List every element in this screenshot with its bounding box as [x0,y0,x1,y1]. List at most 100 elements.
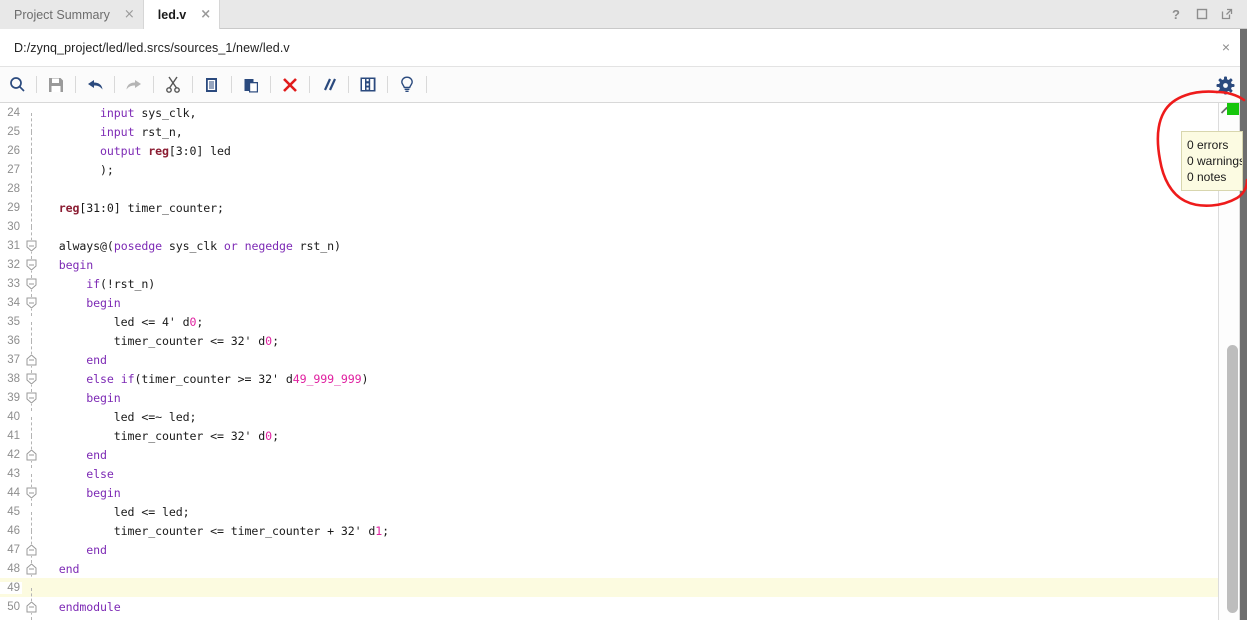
code-fold-icon[interactable] [22,296,40,316]
code-line[interactable]: 42 end [0,445,1218,468]
code-fold-icon[interactable] [22,239,40,259]
code-fold-icon[interactable] [22,486,40,506]
copy-icon[interactable] [195,67,229,103]
window-right-strip-top [1240,0,1247,29]
code-line[interactable]: 38 else if(timer_counter >= 32' d49_999_… [0,369,1218,392]
code-line[interactable]: 35 led <= 4' d0; [0,312,1218,341]
code-text[interactable]: endmodule [40,600,121,614]
tab-project-summary[interactable]: Project Summary × [0,0,144,29]
float-window-icon[interactable] [1221,8,1233,20]
code-text[interactable]: input sys_clk, [40,106,196,120]
code-text[interactable]: led <= 4' d0; [40,315,204,329]
table-icon[interactable] [351,67,385,103]
code-line[interactable]: 41 timer_counter <= 32' d0; [0,426,1218,455]
code-fold-icon[interactable] [22,258,40,278]
code-line[interactable]: 49 [0,578,1218,607]
comment-icon[interactable] [312,67,346,103]
code-fold-icon[interactable] [22,372,40,392]
undo-icon[interactable] [78,67,112,103]
code-text[interactable]: else [40,467,114,481]
code-line[interactable]: 28 [0,179,1218,208]
code-text[interactable]: begin [40,258,94,272]
code-text[interactable]: always@(posedge sys_clk or negedge rst_n… [40,239,341,253]
code-fold-icon[interactable] [22,353,40,373]
line-number: 33 [7,277,20,290]
code-line[interactable]: 37 end [0,350,1218,373]
code-fold-icon[interactable] [22,543,40,563]
tab-led-v[interactable]: led.v × [143,0,221,29]
code-line[interactable]: 40 led <=~ led; [0,407,1218,436]
code-text[interactable]: end [40,562,80,576]
code-line[interactable]: 47 end [0,540,1218,563]
search-icon[interactable] [0,67,34,103]
tab-label: Project Summary [14,7,110,22]
code-text[interactable]: led <=~ led; [40,410,197,424]
line-number: 29 [7,201,20,214]
code-line[interactable]: 34 begin [0,293,1218,316]
code-line[interactable]: 48 end [0,559,1218,582]
code-text[interactable]: begin [40,296,121,310]
line-number: 38 [7,372,20,385]
code-line[interactable]: 45 led <= led; [0,502,1218,531]
code-editor-area[interactable]: 24 input sys_clk, 25 input rst_n, 26 outpu… [0,103,1247,620]
code-line[interactable]: 31 always@(posedge sys_clk or negedge rs… [0,236,1218,259]
code-line[interactable]: 36 timer_counter <= 32' d0; [0,331,1218,360]
code-text[interactable]: if(!rst_n) [40,277,155,291]
code-line[interactable]: 43 else [0,464,1218,493]
code-fold-icon[interactable] [22,600,40,620]
code-line[interactable]: 33 if(!rst_n) [0,274,1218,297]
line-number: 47 [7,543,20,556]
tooltip-notes: 0 notes [1187,170,1227,184]
code-line[interactable]: 27 ); [0,160,1218,189]
save-icon[interactable] [39,67,73,103]
line-number: 30 [7,220,20,233]
line-number: 45 [7,505,20,518]
code-text[interactable]: timer_counter <= 32' d0; [40,429,279,443]
code-fold-icon[interactable] [22,562,40,582]
gear-icon[interactable] [1216,76,1235,95]
window-right-strip [1240,0,1247,620]
code-text[interactable]: reg[31:0] timer_counter; [40,201,224,215]
code-text[interactable]: input rst_n, [40,125,183,139]
code-text[interactable]: begin [40,391,121,405]
cut-icon[interactable] [156,67,190,103]
code-text[interactable]: timer_counter <= timer_counter + 32' d1; [40,524,389,538]
code-fold-icon[interactable] [22,277,40,297]
code-fold-icon[interactable] [22,448,40,468]
code-text[interactable]: led <= led; [40,505,190,519]
code-line[interactable]: 32 begin [0,255,1218,278]
close-icon[interactable]: × [1222,40,1230,54]
code-text[interactable]: begin [40,486,121,500]
code-line[interactable]: 50 endmodule [0,597,1218,620]
code-line[interactable]: 44 begin [0,483,1218,506]
delete-icon[interactable] [273,67,307,103]
code-line[interactable]: 24 input sys_clk, [0,103,1218,132]
code-text[interactable]: end [40,543,107,557]
code-text[interactable]: end [40,353,107,367]
status-badge[interactable] [1227,103,1239,115]
code-line[interactable]: 46 timer_counter <= timer_counter + 32' … [0,521,1218,550]
toolbar-separator [426,76,427,93]
help-icon[interactable]: ? [1172,8,1183,21]
code-line[interactable]: 39 begin [0,388,1218,411]
toolbar-separator [387,76,388,93]
code-line[interactable]: 29 reg[31:0] timer_counter; [0,198,1218,227]
code-line[interactable]: 26 output reg[3:0] led [0,141,1218,170]
close-icon[interactable]: × [200,8,211,21]
code-lines-container[interactable]: 24 input sys_clk, 25 input rst_n, 26 outpu… [0,103,1218,620]
code-text[interactable]: end [40,448,107,462]
close-icon[interactable]: × [124,8,135,21]
line-number: 24 [7,106,20,119]
redo-icon [117,67,151,103]
code-text[interactable]: ); [40,163,114,177]
code-text[interactable]: output reg[3:0] led [40,144,231,158]
maximize-icon[interactable] [1196,8,1208,20]
code-text[interactable]: timer_counter <= 32' d0; [40,334,279,348]
code-fold-icon[interactable] [22,391,40,411]
paste-icon[interactable] [234,67,268,103]
vertical-scrollbar-thumb[interactable] [1227,345,1238,613]
code-line[interactable]: 25 input rst_n, [0,122,1218,151]
bulb-icon[interactable] [390,67,424,103]
code-line[interactable]: 30 [0,217,1218,246]
code-text[interactable]: else if(timer_counter >= 32' d49_999_999… [40,372,368,386]
